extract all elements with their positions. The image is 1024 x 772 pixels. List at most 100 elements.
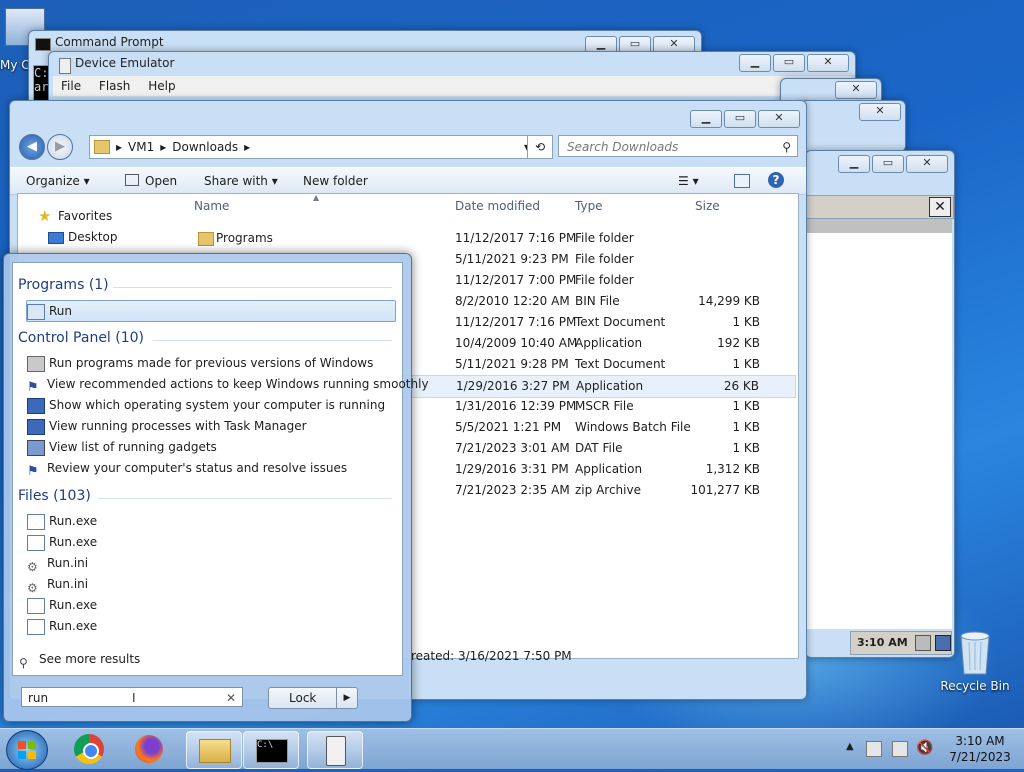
text-cursor: I xyxy=(132,691,136,705)
close-x-button[interactable]: ✕ xyxy=(929,197,951,217)
file-size: 1,312 KB xyxy=(705,462,760,476)
run-icon xyxy=(27,303,45,320)
organize-label: Organize xyxy=(26,174,80,188)
new-folder-button[interactable]: New folder xyxy=(303,174,368,188)
close-button[interactable]: ✕ xyxy=(859,103,901,121)
file-item[interactable]: Run.exe xyxy=(27,616,97,636)
network-icon[interactable] xyxy=(892,741,908,757)
see-more-results-link[interactable]: ⚲ See more results xyxy=(19,649,140,670)
share-with-button[interactable]: Share with ▾ xyxy=(204,174,278,188)
firefox-taskbar-button[interactable] xyxy=(124,731,178,767)
cp-item[interactable]: ⚑ Review your computer's status and resol… xyxy=(27,458,347,479)
maximize-button[interactable]: ▭ xyxy=(773,54,805,72)
recycle-bin-icon xyxy=(960,631,990,675)
menu-file[interactable]: File xyxy=(61,79,81,93)
start-button[interactable] xyxy=(6,730,48,770)
help-icon[interactable]: ? xyxy=(768,172,784,188)
device-emulator-taskbar-button[interactable] xyxy=(307,731,363,769)
file-item[interactable]: Run.exe xyxy=(27,532,97,552)
chrome-taskbar-button[interactable] xyxy=(64,731,118,767)
close-button[interactable]: ✕ xyxy=(758,110,800,128)
forward-button[interactable]: ▶ xyxy=(47,134,73,160)
column-type[interactable]: Type xyxy=(575,199,603,213)
maximize-button[interactable]: ▭ xyxy=(724,110,756,128)
file-date: 5/11/2021 9:28 PM xyxy=(455,357,569,371)
breadcrumb-vm1[interactable]: VM1 xyxy=(128,140,154,154)
close-button[interactable]: ✕ xyxy=(906,155,948,173)
back-button[interactable]: ◀ xyxy=(19,134,45,160)
cp-label: Run programs made for previous versions … xyxy=(49,356,374,370)
start-menu[interactable]: Programs (1) Run Control Panel (10) Run … xyxy=(3,253,429,722)
files-header: Files (103) xyxy=(18,488,91,504)
menu-help[interactable]: Help xyxy=(148,79,175,93)
organize-button[interactable]: Organize ▾ xyxy=(26,174,90,188)
file-item[interactable]: ⚙ Run.ini xyxy=(27,553,88,574)
gadgets-icon xyxy=(27,439,45,456)
lock-label: Lock xyxy=(289,691,317,705)
close-button[interactable]: ✕ xyxy=(807,54,849,72)
breadcrumb-downloads[interactable]: Downloads xyxy=(172,140,238,154)
preview-pane-icon[interactable] xyxy=(734,174,750,188)
menu-bar: File Flash Help xyxy=(53,76,851,96)
tray-clock[interactable]: 3:10 AM 7/21/2023 xyxy=(945,733,1015,765)
minimize-button[interactable]: ▁ xyxy=(739,54,771,72)
minimize-button[interactable]: ▁ xyxy=(690,110,722,128)
file-date: 5/11/2021 9:23 PM xyxy=(455,252,569,266)
windows-icon[interactable] xyxy=(935,635,951,651)
keyboard-icon[interactable] xyxy=(915,635,931,651)
action-center-icon[interactable] xyxy=(866,741,882,757)
file-type: File folder xyxy=(575,231,634,245)
file-item[interactable]: ⚙ Run.ini xyxy=(27,574,88,595)
file-type: BIN File xyxy=(575,294,620,308)
file-label: Run.exe xyxy=(49,514,98,528)
search-input[interactable]: Search Downloads ⚲ xyxy=(558,135,798,157)
view-options-icon[interactable]: ☰ ▾ xyxy=(678,174,699,188)
open-button[interactable]: Open xyxy=(125,174,177,188)
column-date[interactable]: Date modified xyxy=(455,199,540,213)
file-size: 26 KB xyxy=(723,379,759,393)
address-bar[interactable]: ▸ VM1 ▸ Downloads ▸ ▾ xyxy=(89,135,535,159)
volume-muted-icon[interactable]: 🔇 xyxy=(916,740,933,756)
nav-favorites[interactable]: Favorites xyxy=(58,209,112,223)
file-date: 1/29/2016 3:27 PM xyxy=(456,379,570,393)
cmd-icon xyxy=(35,38,51,51)
cp-item[interactable]: View running processes with Task Manager xyxy=(27,416,307,436)
column-name[interactable]: Name xyxy=(194,199,229,213)
file-item[interactable]: Run.exe xyxy=(27,595,97,615)
lock-button[interactable]: Lock ▶ xyxy=(268,687,358,709)
app-canvas[interactable] xyxy=(806,233,952,629)
menu-flash[interactable]: Flash xyxy=(99,79,130,93)
close-button[interactable]: ✕ xyxy=(835,81,877,99)
cp-item[interactable]: Show which operating system your compute… xyxy=(27,395,385,415)
small-app-window[interactable]: ▁ ▭ ✕ ✕ 3:10 AM xyxy=(805,150,955,658)
search-icon: ⚲ xyxy=(19,655,28,670)
divider xyxy=(98,498,392,499)
clear-search-icon[interactable]: ✕ xyxy=(226,688,236,708)
nav-desktop[interactable]: Desktop xyxy=(68,230,118,244)
divider xyxy=(113,287,392,288)
system-icon xyxy=(27,397,45,414)
cp-item[interactable]: ⚑ View recommended actions to keep Window… xyxy=(27,374,429,395)
maximize-button[interactable]: ▭ xyxy=(872,155,904,173)
file-item[interactable]: Run.exe xyxy=(27,511,97,531)
exe-icon xyxy=(27,597,45,614)
cmd-taskbar-button[interactable]: C:\ xyxy=(243,731,299,769)
table-row[interactable]: Programs 11/12/2017 7:16 PM File folder xyxy=(176,228,796,249)
cp-item[interactable]: Run programs made for previous versions … xyxy=(27,353,373,373)
chevron-right-icon[interactable]: ▶ xyxy=(336,688,357,708)
column-size[interactable]: Size xyxy=(695,199,720,213)
windows-logo-icon xyxy=(18,741,36,759)
program-run[interactable]: Run xyxy=(26,300,396,322)
explorer-taskbar-button[interactable] xyxy=(186,731,242,769)
cp-item[interactable]: View list of running gadgets xyxy=(27,437,217,457)
refresh-button[interactable]: ⟲ xyxy=(527,135,553,159)
background-window-2[interactable]: ✕ xyxy=(800,100,906,152)
clock-time: 3:10 AM xyxy=(955,734,1005,748)
chevron-right-icon: ▸ xyxy=(116,140,123,154)
search-icon[interactable]: ⚲ xyxy=(782,136,791,158)
minimize-button[interactable]: ▁ xyxy=(838,155,870,173)
start-search-input[interactable]: run I ✕ xyxy=(21,687,243,707)
file-size: 1 KB xyxy=(732,420,760,434)
device-icon xyxy=(59,58,71,74)
show-hidden-icons-button[interactable]: ▲ xyxy=(846,741,854,752)
